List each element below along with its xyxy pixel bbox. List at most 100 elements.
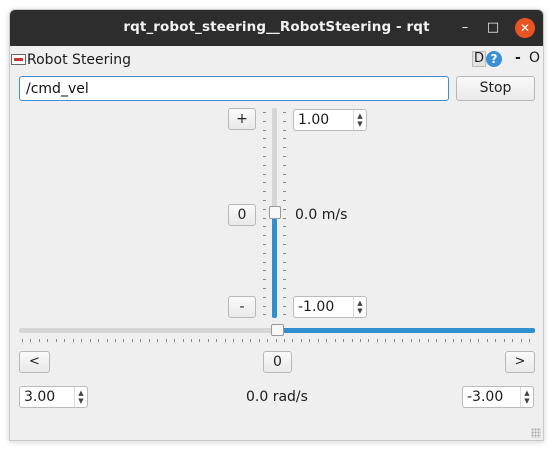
spin-down-icon[interactable]: ▼	[522, 396, 532, 406]
tick-mark	[263, 235, 266, 237]
tick-mark	[461, 339, 463, 342]
tick-mark	[263, 164, 266, 166]
spin-arrows[interactable]: ▲ ▼	[353, 297, 366, 317]
tick-mark	[360, 339, 361, 342]
tick-mark	[393, 339, 395, 342]
close-icon[interactable]: ✕	[515, 18, 535, 38]
angular-max-spinbox[interactable]: 3.00 ▲ ▼	[19, 386, 88, 408]
spin-arrows[interactable]: ▲ ▼	[353, 110, 366, 130]
tick-mark	[263, 244, 266, 245]
turn-left-button[interactable]: <	[19, 351, 50, 373]
tick-mark	[263, 226, 266, 228]
angular-min-value[interactable]: -3.00	[467, 389, 503, 405]
tick-mark	[55, 339, 57, 342]
stop-button[interactable]: Stop	[456, 76, 535, 101]
tick-mark	[241, 339, 243, 342]
linear-velocity-slider[interactable]	[263, 108, 286, 318]
tick-mark	[283, 112, 286, 113]
tick-mark	[283, 217, 286, 219]
tick-mark	[385, 339, 387, 342]
tick-mark	[64, 339, 66, 342]
hide-button[interactable]: -	[515, 50, 521, 66]
tick-mark	[165, 339, 167, 342]
title-bar[interactable]: rqt_robot_steering__RobotSteering - rqt …	[10, 10, 543, 46]
tick-mark	[351, 339, 353, 342]
decrease-linear-button[interactable]: -	[228, 296, 256, 318]
plugin-header: Robot Steering D ? - O	[10, 46, 543, 72]
slider-fill	[277, 328, 535, 333]
tick-mark	[283, 305, 286, 307]
tick-mark	[283, 244, 286, 245]
tick-mark	[263, 112, 266, 113]
tick-mark	[283, 164, 286, 166]
tick-mark	[486, 339, 488, 342]
tick-mark	[283, 147, 286, 149]
tick-mark	[191, 339, 192, 342]
maximize-icon[interactable]: □	[483, 18, 503, 38]
tick-mark	[343, 339, 345, 342]
reset-linear-button[interactable]: 0	[228, 204, 256, 226]
tick-mark	[419, 339, 421, 342]
tick-mark	[503, 339, 505, 342]
spin-down-icon[interactable]: ▼	[355, 119, 365, 129]
tick-mark	[283, 191, 286, 193]
tick-mark	[263, 156, 266, 157]
tick-mark	[326, 339, 328, 342]
slider-ticks	[19, 339, 535, 344]
close-plugin-button[interactable]: O	[529, 50, 540, 66]
tick-mark	[520, 339, 522, 342]
linear-max-value[interactable]: 1.00	[298, 112, 329, 128]
tick-mark	[182, 339, 184, 342]
tick-mark	[22, 339, 23, 342]
tick-mark	[114, 339, 116, 342]
minimize-icon[interactable]: –	[455, 18, 475, 38]
tick-mark	[250, 339, 252, 342]
dock-button[interactable]: D	[472, 51, 486, 67]
tick-mark	[529, 339, 530, 342]
tick-mark	[263, 200, 266, 201]
tick-mark	[283, 173, 286, 175]
slider-handle[interactable]	[271, 324, 284, 336]
spin-down-icon[interactable]: ▼	[355, 306, 365, 316]
topic-input[interactable]	[19, 76, 449, 101]
spin-arrows[interactable]: ▲ ▼	[520, 387, 533, 407]
angular-max-value[interactable]: 3.00	[24, 389, 55, 405]
tick-mark	[216, 339, 218, 342]
tick-mark	[263, 217, 266, 219]
plugin-icon	[11, 54, 26, 65]
slider-handle[interactable]	[269, 206, 281, 219]
linear-min-value[interactable]: -1.00	[298, 299, 334, 315]
tick-mark	[263, 208, 266, 210]
tick-mark	[263, 305, 266, 307]
angular-min-spinbox[interactable]: -3.00 ▲ ▼	[462, 386, 534, 408]
tick-mark	[131, 339, 133, 342]
tick-mark	[263, 270, 266, 272]
tick-mark	[199, 339, 201, 342]
tick-mark	[478, 339, 480, 342]
reset-angular-button[interactable]: 0	[263, 351, 292, 373]
spin-arrows[interactable]: ▲ ▼	[74, 387, 87, 407]
tick-mark	[469, 339, 471, 342]
resize-grip[interactable]	[531, 428, 541, 438]
tick-mark	[283, 120, 286, 122]
increase-linear-button[interactable]: +	[228, 108, 256, 130]
tick-mark	[283, 288, 286, 289]
tick-mark	[258, 339, 260, 342]
linear-max-spinbox[interactable]: 1.00 ▲ ▼	[293, 109, 367, 131]
tick-mark	[233, 339, 235, 342]
angular-velocity-slider[interactable]	[19, 322, 535, 344]
angular-speed-label: 0.0 rad/s	[246, 389, 308, 405]
spin-down-icon[interactable]: ▼	[76, 396, 86, 406]
tick-mark	[283, 339, 285, 342]
help-icon[interactable]: ?	[486, 51, 502, 67]
plugin-title: Robot Steering	[27, 52, 132, 68]
turn-right-button[interactable]: >	[505, 351, 535, 373]
tick-mark	[263, 261, 266, 263]
tick-mark	[283, 182, 286, 184]
tick-mark	[283, 200, 286, 201]
tick-mark	[157, 339, 159, 342]
tick-mark	[263, 296, 266, 298]
tick-mark	[495, 339, 497, 342]
linear-min-spinbox[interactable]: -1.00 ▲ ▼	[293, 296, 367, 318]
app-window: rqt_robot_steering__RobotSteering - rqt …	[9, 9, 544, 441]
